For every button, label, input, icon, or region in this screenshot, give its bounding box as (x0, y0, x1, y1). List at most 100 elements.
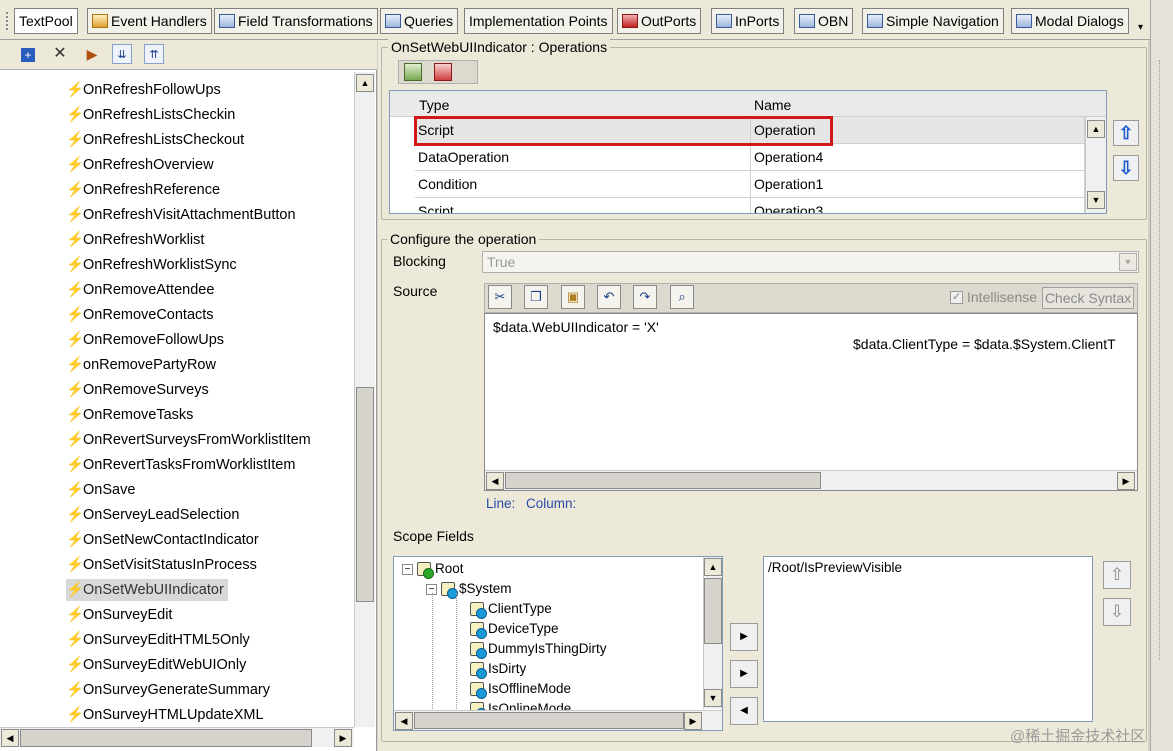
event-item[interactable]: ⚡OnRemoveContacts (66, 304, 214, 326)
tab-inports[interactable]: InPorts (711, 8, 785, 34)
add-all-fields-icon[interactable]: ▶ (730, 660, 758, 688)
tab-obn[interactable]: OBN (794, 8, 854, 34)
editor-hscroll-thumb[interactable] (505, 472, 821, 489)
tree-scroll-up-icon[interactable]: ▲ (704, 558, 722, 576)
scope-field-node[interactable]: IsDirty (470, 659, 526, 680)
event-item[interactable]: ⚡OnServeyLeadSelection (66, 504, 239, 526)
tab-modal-dialogs[interactable]: Modal Dialogs (1011, 8, 1129, 34)
event-item[interactable]: ⚡OnSetWebUIIndicator (66, 579, 228, 601)
event-item[interactable]: ⚡OnRefreshListsCheckout (66, 129, 244, 151)
tab-outports[interactable]: OutPorts (617, 8, 702, 34)
event-item[interactable]: ⚡OnRefreshWorklist (66, 229, 204, 251)
event-list-hscrollbar[interactable]: ◀ ▶ (0, 727, 354, 747)
event-item[interactable]: ⚡OnSave (66, 479, 135, 501)
tree-scroll-down-icon[interactable]: ▼ (704, 689, 722, 707)
event-item[interactable]: ⚡OnRemoveAttendee (66, 279, 214, 301)
scope-tree-hscrollbar[interactable]: ◀ ▶ (394, 710, 722, 730)
field-up-icon[interactable]: ⇧ (1103, 561, 1131, 589)
scope-field-node[interactable]: ClientType (470, 599, 552, 620)
editor-scroll-right-icon[interactable]: ▶ (1117, 472, 1135, 490)
redo-icon[interactable]: ↷ (633, 285, 657, 309)
event-item[interactable]: ⚡OnRemoveSurveys (66, 379, 209, 401)
intellisense-checkbox[interactable]: ✓ (950, 291, 963, 304)
scroll-thumb[interactable] (356, 387, 374, 602)
add-field-icon[interactable]: ▶ (730, 623, 758, 651)
scroll-left-icon[interactable]: ◀ (1, 729, 19, 747)
scope-tree-scrollbar[interactable]: ▲ ▼ (703, 557, 722, 709)
column-name-header[interactable]: Name (754, 97, 791, 113)
toolbar-grip[interactable] (6, 12, 9, 30)
cut-icon[interactable]: ✂ (488, 285, 512, 309)
move-up-icon[interactable]: ⇧ (1113, 120, 1139, 146)
tab-event-handlers[interactable]: Event Handlers (87, 8, 212, 34)
tab-field-transformations[interactable]: Field Transformations (214, 8, 378, 34)
add-icon[interactable]: + (18, 44, 38, 64)
add-operation-icon[interactable] (404, 63, 422, 81)
source-label: Source (393, 283, 438, 299)
check-syntax-button[interactable]: Check Syntax (1042, 287, 1134, 309)
blocking-select[interactable]: True (482, 251, 1139, 273)
event-item[interactable]: ⚡OnRevertTasksFromWorklistItem (66, 454, 295, 476)
event-item[interactable]: ⚡OnSurveyEditWebUIOnly (66, 654, 246, 676)
tab-simple-navigation[interactable]: Simple Navigation (862, 8, 1004, 34)
paste-icon[interactable]: ▣ (561, 285, 585, 309)
operations-scrollbar[interactable]: ▲ ▼ (1085, 117, 1106, 213)
delete-operation-icon[interactable] (434, 63, 452, 81)
scope-field-node[interactable]: IsOfflineMode (470, 679, 571, 700)
event-item[interactable]: ⚡OnSurveyGenerateSummary (66, 679, 270, 701)
move-down-icon[interactable]: ⇩ (1113, 155, 1139, 181)
tree-hscroll-thumb[interactable] (414, 712, 684, 729)
delete-icon[interactable]: ✕ (50, 44, 70, 64)
operations-scroll-down-icon[interactable]: ▼ (1087, 191, 1105, 209)
event-item[interactable]: ⚡OnRefreshFollowUps (66, 79, 221, 101)
event-item[interactable]: ⚡OnRefreshVisitAttachmentButton (66, 204, 296, 226)
column-type-header[interactable]: Type (419, 97, 449, 113)
event-item[interactable]: ⚡OnSetNewContactIndicator (66, 529, 259, 551)
event-item[interactable]: ⚡OnSurveyHTMLUpdateXML (66, 704, 264, 726)
hscroll-thumb[interactable] (20, 729, 312, 747)
event-item[interactable]: ⚡OnRefreshListsCheckin (66, 104, 235, 126)
scope-field-node[interactable]: DeviceType (470, 619, 559, 640)
remove-field-icon[interactable]: ◀ (730, 697, 758, 725)
editor-scroll-left-icon[interactable]: ◀ (486, 472, 504, 490)
event-item[interactable]: ⚡OnRefreshOverview (66, 154, 214, 176)
collapse-all-icon[interactable]: ⇈ (144, 44, 164, 64)
operations-scroll-up-icon[interactable]: ▲ (1087, 120, 1105, 138)
tab-queries[interactable]: Queries (380, 8, 459, 34)
tree-scroll-right-icon[interactable]: ▶ (684, 712, 702, 730)
event-list-scrollbar[interactable]: ▲ (354, 72, 375, 727)
event-item[interactable]: ⚡OnSurveyEdit (66, 604, 172, 626)
blocking-dropdown-icon[interactable]: ▼ (1119, 253, 1137, 271)
tree-scroll-thumb[interactable] (704, 578, 722, 644)
event-item[interactable]: ⚡OnRevertSurveysFromWorklistItem (66, 429, 311, 451)
scroll-up-icon[interactable]: ▲ (356, 74, 374, 92)
field-down-icon[interactable]: ⇩ (1103, 598, 1131, 626)
scope-field-node[interactable]: DummyIsThingDirty (470, 639, 607, 660)
editor-hscrollbar[interactable]: ◀ ▶ (485, 470, 1137, 490)
tree-scroll-left-icon[interactable]: ◀ (395, 712, 413, 730)
selected-field-item[interactable]: /Root/IsPreviewVisible (768, 560, 902, 575)
event-item[interactable]: ⚡OnRefreshReference (66, 179, 220, 201)
expand-all-icon[interactable]: ⇊ (112, 44, 132, 64)
undo-icon[interactable]: ↶ (597, 285, 621, 309)
selected-fields-list[interactable]: /Root/IsPreviewVisible (763, 556, 1093, 722)
operation-row[interactable]: Script Operation3 (415, 198, 1085, 213)
source-editor[interactable]: $data.WebUIIndicator = 'X' $data.ClientT… (484, 313, 1138, 491)
operation-row[interactable]: DataOperation Operation4 (415, 144, 1085, 171)
event-item[interactable]: ⚡OnSurveyEditHTML5Only (66, 629, 250, 651)
run-icon[interactable]: ▶ (82, 44, 102, 64)
toolbar-overflow-icon[interactable]: ▾ (1138, 22, 1143, 33)
event-item[interactable]: ⚡OnRemoveTasks (66, 404, 193, 426)
window-scrollbar[interactable] (1150, 0, 1173, 751)
tab-textpool[interactable]: TextPool (14, 8, 78, 34)
event-item[interactable]: ⚡OnSetVisitStatusInProcess (66, 554, 257, 576)
scroll-right-icon[interactable]: ▶ (334, 729, 352, 747)
event-item[interactable]: ⚡OnRemoveFollowUps (66, 329, 224, 351)
event-item[interactable]: ⚡onRemovePartyRow (66, 354, 216, 376)
operation-row[interactable]: Condition Operation1 (415, 171, 1085, 198)
event-item[interactable]: ⚡OnRefreshWorklistSync (66, 254, 237, 276)
find-icon[interactable]: ⌕ (670, 285, 694, 309)
tab-implementation-points[interactable]: Implementation Points (464, 8, 613, 34)
operation-row[interactable]: Script Operation (415, 117, 1085, 144)
copy-icon[interactable]: ❐ (524, 285, 548, 309)
